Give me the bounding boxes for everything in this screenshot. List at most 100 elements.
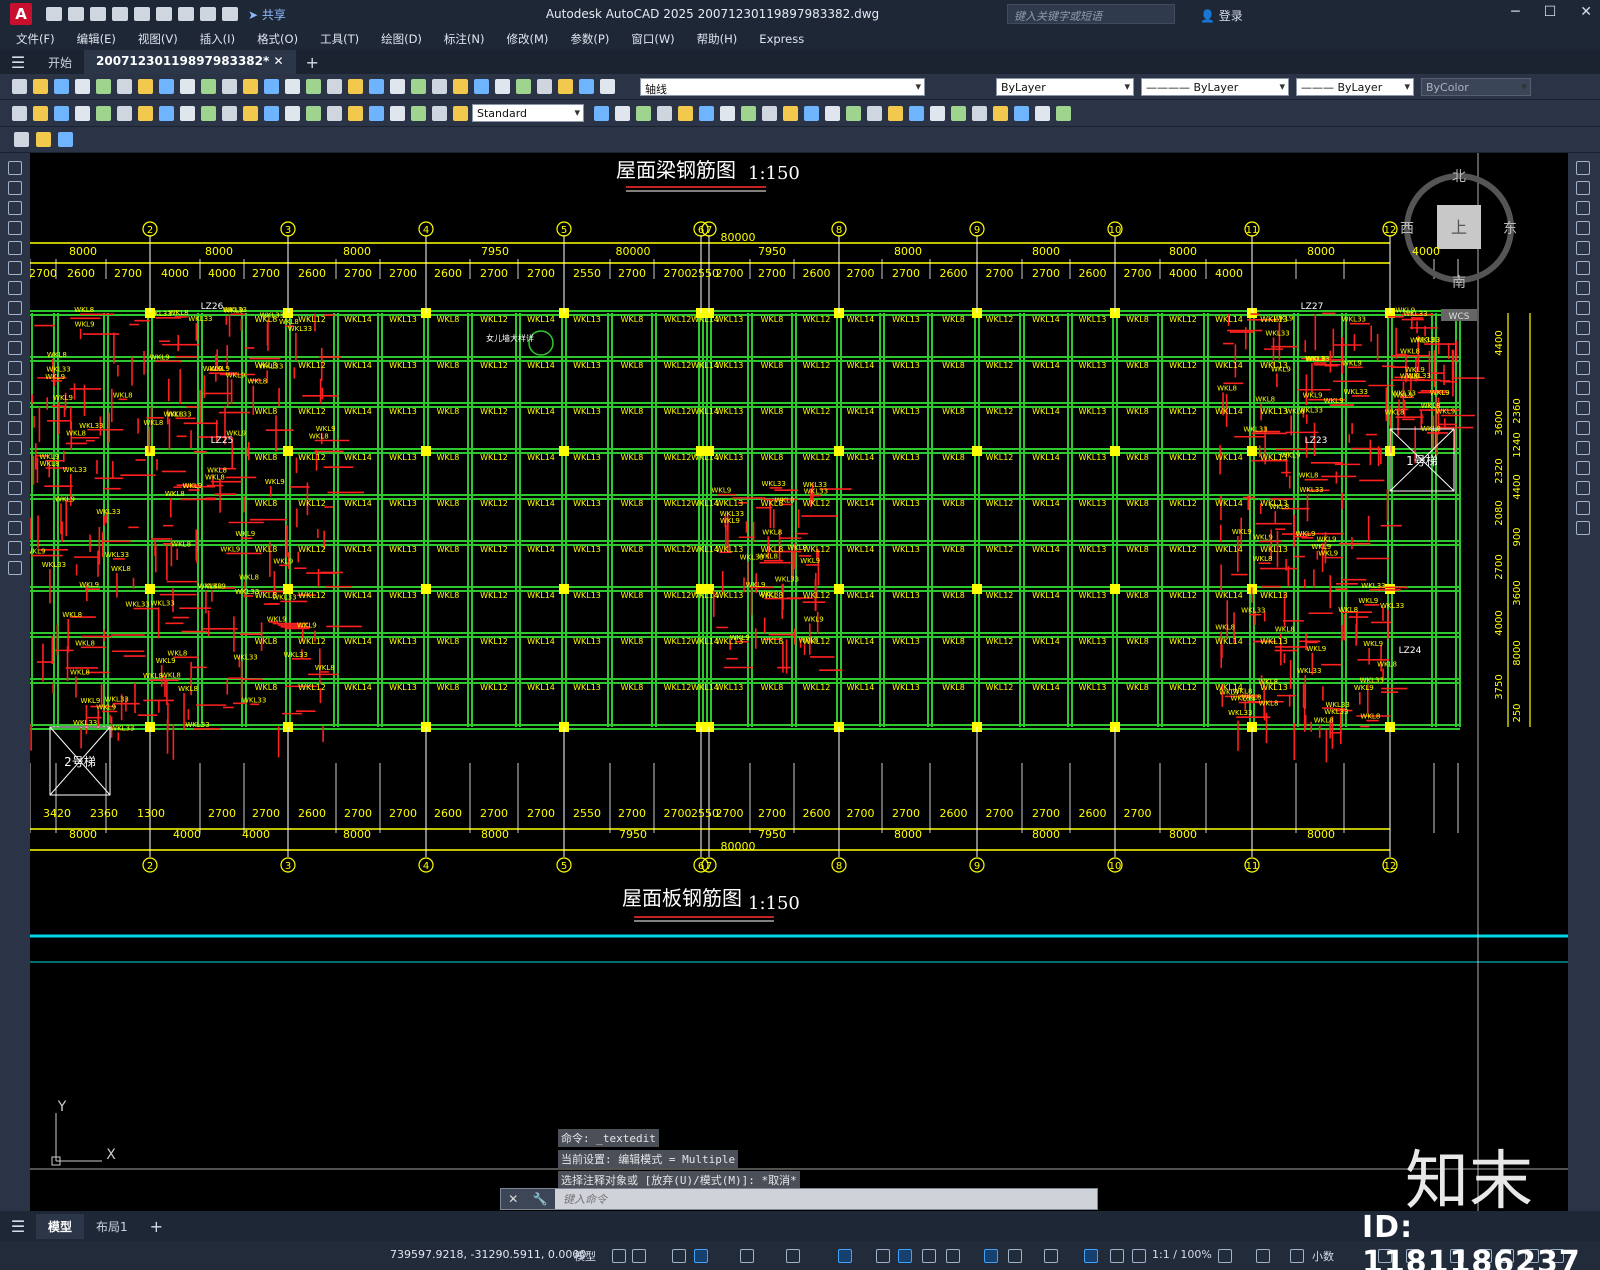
toolbar-tool-icon[interactable]: [264, 79, 279, 94]
toolbar-tool-icon[interactable]: [96, 106, 111, 121]
draw-tool-icon[interactable]: [8, 281, 22, 295]
toolbar-tool-icon[interactable]: [390, 106, 405, 121]
modify-tool-icon[interactable]: [1576, 321, 1590, 335]
draw-tool-icon[interactable]: [8, 441, 22, 455]
toolbar-tool-icon[interactable]: [783, 106, 798, 121]
toolbar-tool-icon[interactable]: [222, 106, 237, 121]
toolbar-tool-icon[interactable]: [75, 79, 90, 94]
toolbar-tool-icon[interactable]: [1056, 106, 1071, 121]
toolbar-tool-icon[interactable]: [993, 106, 1008, 121]
toolbar-tool-icon[interactable]: [951, 106, 966, 121]
close-tab-icon[interactable]: ✕: [273, 54, 283, 68]
toolbar-tool-icon[interactable]: [222, 79, 237, 94]
modify-tool-icon[interactable]: [1576, 261, 1590, 275]
toolbar-tool-icon[interactable]: [453, 79, 468, 94]
toolbar-tool-icon[interactable]: [888, 106, 903, 121]
toolbar-tool-icon[interactable]: [867, 106, 882, 121]
drawing-canvas[interactable]: WKL8 WKL12 WKL14 WKL13 WKL8 WKL12 WKL14 WKL13 WK…: [30, 153, 1568, 1211]
file-tabs-menu-icon[interactable]: ☰: [0, 53, 36, 72]
status-toggle-icon[interactable]: [946, 1249, 960, 1263]
plotstyle-combo[interactable]: ByColor: [1421, 78, 1531, 96]
menu-parametric[interactable]: 参数(P): [570, 31, 609, 47]
modify-tool-icon[interactable]: [1576, 341, 1590, 355]
toolbar-tool-icon[interactable]: [432, 79, 447, 94]
menu-edit[interactable]: 编辑(E): [77, 31, 116, 47]
toolbar-tool-icon[interactable]: [58, 132, 73, 147]
draw-tool-icon[interactable]: [8, 261, 22, 275]
toolbar-tool-icon[interactable]: [495, 79, 510, 94]
linetype-combo[interactable]: ———— ByLayer: [1141, 78, 1289, 96]
draw-tool-icon[interactable]: [8, 481, 22, 495]
units-button[interactable]: 小数: [1312, 1248, 1334, 1264]
toolbar-tool-icon[interactable]: [369, 79, 384, 94]
toolbar-tool-icon[interactable]: [96, 79, 111, 94]
tab-drawing[interactable]: 20071230119897983382* ✕: [84, 50, 296, 74]
modify-tool-icon[interactable]: [1576, 381, 1590, 395]
draw-tool-icon[interactable]: [8, 561, 22, 575]
toolbar-tool-icon[interactable]: [474, 79, 489, 94]
toolbar-tool-icon[interactable]: [369, 106, 384, 121]
toolbar-tool-icon[interactable]: [12, 106, 27, 121]
toolbar-tool-icon[interactable]: [327, 79, 342, 94]
toolbar-tool-icon[interactable]: [909, 106, 924, 121]
layout-tabs-menu-icon[interactable]: ☰: [0, 1217, 36, 1236]
command-input[interactable]: [555, 1189, 1097, 1209]
new-tab-button[interactable]: +: [296, 53, 329, 72]
status-toggle-icon[interactable]: [786, 1249, 800, 1263]
maximize-button[interactable]: ☐: [1544, 4, 1557, 20]
modify-tool-icon[interactable]: [1576, 421, 1590, 435]
modify-tool-icon[interactable]: [1576, 481, 1590, 495]
toolbar-tool-icon[interactable]: [36, 132, 51, 147]
status-toggle-icon[interactable]: [1110, 1249, 1124, 1263]
modify-tool-icon[interactable]: [1576, 501, 1590, 515]
toolbar-tool-icon[interactable]: [432, 106, 447, 121]
toolbar-tool-icon[interactable]: [516, 79, 531, 94]
toolbar-tool-icon[interactable]: [762, 106, 777, 121]
draw-tool-icon[interactable]: [8, 341, 22, 355]
color-combo[interactable]: ByLayer: [996, 78, 1134, 96]
new-layout-button[interactable]: +: [140, 1217, 173, 1236]
status-toggle-icon[interactable]: [672, 1249, 686, 1263]
toolbar-tool-icon[interactable]: [285, 106, 300, 121]
menu-draw[interactable]: 绘图(D): [381, 31, 422, 47]
close-button[interactable]: ✕: [1580, 4, 1592, 20]
menu-tools[interactable]: 工具(T): [320, 31, 359, 47]
toolbar-tool-icon[interactable]: [75, 106, 90, 121]
menu-dimension[interactable]: 标注(N): [444, 31, 485, 47]
draw-tool-icon[interactable]: [8, 501, 22, 515]
toolbar-tool-icon[interactable]: [972, 106, 987, 121]
drawing-svg[interactable]: WKL8 WKL12 WKL14 WKL13 WKL8 WKL12 WKL14 WKL13 WK…: [30, 153, 1568, 1211]
modify-tool-icon[interactable]: [1576, 161, 1590, 175]
help-search-input[interactable]: 键入关键字或短语: [1007, 4, 1175, 24]
draw-tool-icon[interactable]: [8, 381, 22, 395]
toolbar-tool-icon[interactable]: [14, 132, 29, 147]
status-toggle-icon[interactable]: [876, 1249, 890, 1263]
menu-help[interactable]: 帮助(H): [697, 31, 738, 47]
toolbar-tool-icon[interactable]: [201, 106, 216, 121]
tab-model[interactable]: 模型: [36, 1213, 85, 1239]
toolbar-tool-icon[interactable]: [117, 106, 132, 121]
toolbar-tool-icon[interactable]: [138, 106, 153, 121]
status-toggle-icon[interactable]: [612, 1249, 626, 1263]
tab-layout1[interactable]: 布局1: [84, 1214, 140, 1239]
lineweight-combo[interactable]: ——— ByLayer: [1296, 78, 1414, 96]
toolbar-tool-icon[interactable]: [846, 106, 861, 121]
toolbar-tool-icon[interactable]: [180, 79, 195, 94]
draw-tool-icon[interactable]: [8, 461, 22, 475]
toolbar-tool-icon[interactable]: [348, 106, 363, 121]
toolbar-tool-icon[interactable]: [243, 79, 258, 94]
menu-format[interactable]: 格式(O): [257, 31, 298, 47]
toolbar-tool-icon[interactable]: [12, 79, 27, 94]
status-toggle-icon[interactable]: [694, 1249, 708, 1263]
draw-tool-icon[interactable]: [8, 401, 22, 415]
modify-tool-icon[interactable]: [1576, 301, 1590, 315]
toolbar-tool-icon[interactable]: [615, 106, 630, 121]
close-command-icon[interactable]: ✕: [508, 1192, 518, 1206]
toolbar-tool-icon[interactable]: [33, 79, 48, 94]
modify-tool-icon[interactable]: [1576, 521, 1590, 535]
toolbar-tool-icon[interactable]: [636, 106, 651, 121]
toolbar-tool-icon[interactable]: [657, 106, 672, 121]
toolbar-tool-icon[interactable]: [720, 106, 735, 121]
draw-tool-icon[interactable]: [8, 421, 22, 435]
status-toggle-icon[interactable]: [838, 1249, 852, 1263]
